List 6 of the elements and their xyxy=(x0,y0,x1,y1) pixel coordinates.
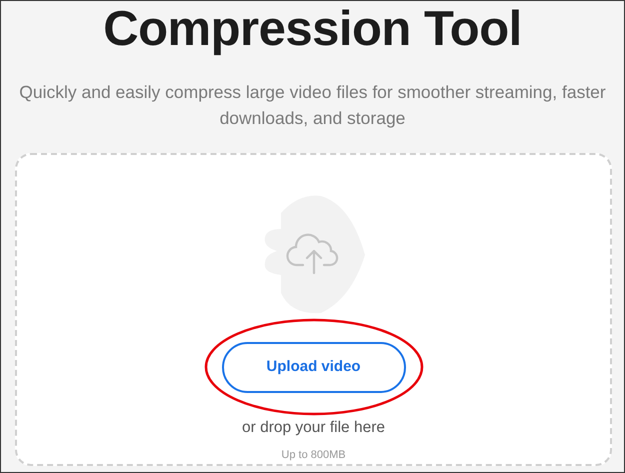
page-subtitle: Quickly and easily compress large video files for smoother streaming, faster downloads, and storage xyxy=(18,81,607,130)
size-limit: Up to 800MB xyxy=(281,448,346,464)
drop-hint: or drop your file here xyxy=(242,418,386,438)
upload-video-button[interactable]: Upload video xyxy=(222,342,406,393)
upload-dropzone[interactable]: Upload video or drop your file here Up to 800MB xyxy=(15,153,612,466)
page-title: Compression Tool xyxy=(103,1,522,58)
